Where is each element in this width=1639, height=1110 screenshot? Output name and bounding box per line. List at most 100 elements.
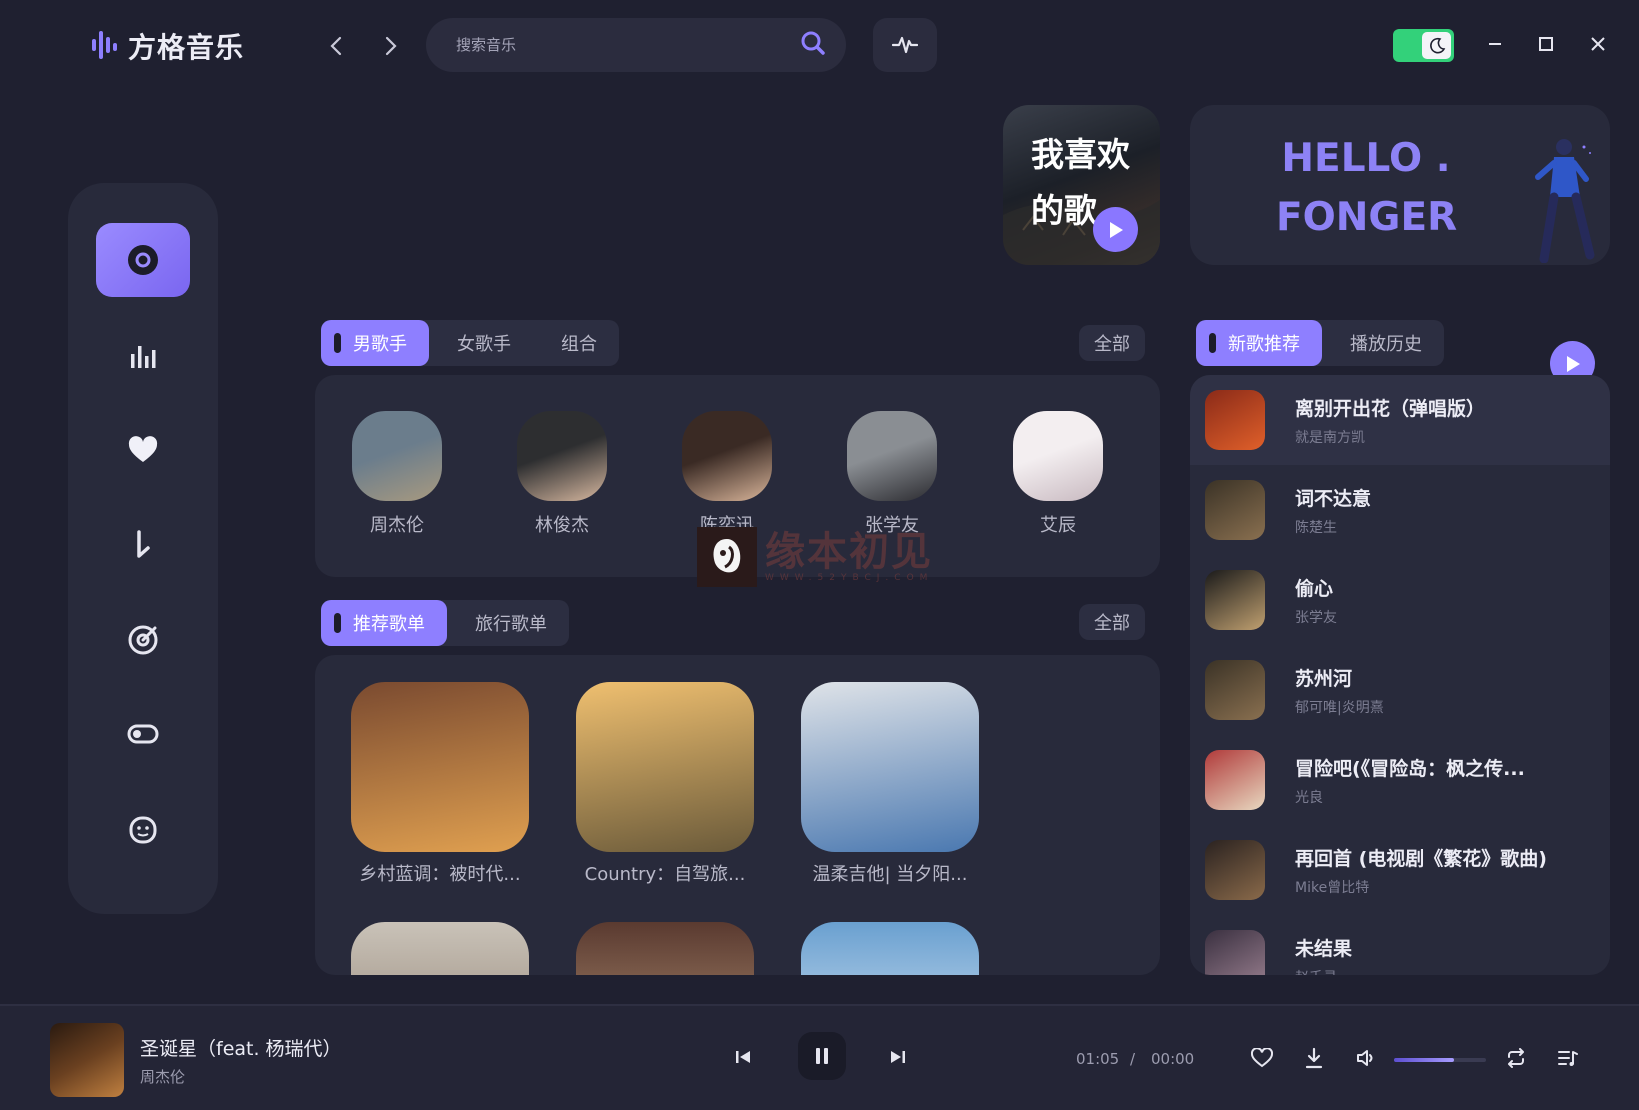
artist-name: 艾辰	[1040, 515, 1076, 536]
play-icon	[1109, 221, 1123, 238]
artists-view-all-button[interactable]: 全部	[1079, 325, 1145, 361]
tab-female-singers[interactable]: 女歌手	[429, 320, 533, 366]
search-bar	[426, 18, 846, 72]
artist-card[interactable]: 张学友	[837, 411, 947, 537]
pause-icon	[816, 1048, 828, 1064]
tab-play-history[interactable]: 播放历史	[1322, 320, 1444, 366]
volume-button[interactable]	[1350, 1042, 1382, 1074]
playlist-cover	[351, 682, 529, 852]
song-title: 再回首 (电视剧《繁花》歌曲)	[1295, 847, 1547, 870]
sidebar-item-downloads[interactable]	[96, 509, 190, 583]
back-button[interactable]	[318, 28, 354, 64]
artist-card[interactable]: 艾辰	[1003, 411, 1113, 537]
song-tabs: 新歌推荐 播放历史	[1196, 320, 1444, 366]
like-button[interactable]	[1246, 1042, 1278, 1074]
download-icon	[137, 530, 150, 558]
face-icon	[129, 816, 157, 844]
moon-icon	[1422, 32, 1451, 59]
playlist-queue-button[interactable]	[1552, 1042, 1584, 1074]
volume-slider[interactable]	[1394, 1058, 1486, 1062]
playlist-title: 温柔吉他| 当夕阳...	[812, 864, 968, 885]
song-cover	[1205, 750, 1265, 810]
tab-new-songs[interactable]: 新歌推荐	[1196, 320, 1322, 366]
playlist-card[interactable]	[351, 922, 529, 975]
next-button[interactable]	[883, 1042, 913, 1072]
tab-recommended-playlists[interactable]: 推荐歌单	[321, 600, 447, 646]
maximize-icon	[1539, 37, 1553, 51]
list-item[interactable]: 再回首 (电视剧《繁花》歌曲) Mike曾比特	[1190, 825, 1610, 915]
waveform-logo-icon	[92, 29, 120, 63]
playlists-view-all-button[interactable]: 全部	[1079, 604, 1145, 640]
now-playing-title: 圣诞星（feat. 杨瑞代）	[140, 1038, 342, 1060]
playlist-card[interactable]: Country：自驾旅...	[576, 682, 754, 886]
sidebar-item-favorites[interactable]	[96, 413, 190, 487]
list-item[interactable]: 离别开出花（弹唱版） 就是南方凯	[1190, 375, 1610, 465]
song-title: 词不达意	[1295, 487, 1372, 510]
tab-male-singers[interactable]: 男歌手	[321, 320, 429, 366]
maximize-button[interactable]	[1528, 26, 1564, 62]
now-playing-artist: 周杰伦	[140, 1068, 186, 1086]
song-cover	[1205, 930, 1265, 975]
song-cover	[1205, 840, 1265, 900]
artist-card[interactable]: 陈奕迅	[672, 411, 782, 537]
repeat-button[interactable]	[1500, 1042, 1532, 1074]
search-icon[interactable]	[800, 30, 826, 60]
audio-visualizer-button[interactable]	[873, 18, 937, 72]
list-item[interactable]: 苏州河 郁可唯|炎明熹	[1190, 645, 1610, 735]
list-item[interactable]: 词不达意 陈楚生	[1190, 465, 1610, 555]
avatar	[1013, 411, 1103, 501]
playlist-title: 乡村蓝调：被时代...	[359, 864, 521, 885]
playlist-cover	[801, 922, 979, 975]
toggle-icon	[127, 724, 159, 744]
sidebar-item-settings[interactable]	[96, 697, 190, 771]
forward-button[interactable]	[373, 28, 409, 64]
song-cover	[1205, 660, 1265, 720]
avatar	[682, 411, 772, 501]
song-artist: 赵千寻	[1295, 967, 1352, 976]
greeting-line-2: FONGER	[1276, 195, 1458, 240]
search-input[interactable]	[456, 36, 800, 54]
theme-toggle[interactable]	[1393, 29, 1454, 62]
song-title: 苏州河	[1295, 667, 1353, 690]
song-artist: 光良	[1295, 789, 1323, 806]
repeat-icon	[1508, 1048, 1524, 1068]
sidebar-item-charts[interactable]	[96, 319, 190, 393]
list-item[interactable]: 冒险吧(《冒险岛：枫之传... 光良	[1190, 735, 1610, 825]
volume-level	[1394, 1058, 1454, 1062]
minimize-button[interactable]	[1477, 26, 1513, 62]
now-playing-cover[interactable]	[50, 1023, 124, 1097]
queue-icon	[1558, 1051, 1578, 1066]
pause-button[interactable]	[798, 1032, 846, 1080]
artist-card[interactable]: 周杰伦	[342, 411, 452, 537]
chevron-right-icon	[385, 36, 397, 56]
play-favorites-button[interactable]	[1093, 207, 1138, 252]
playlist-card[interactable]: 乡村蓝调：被时代...	[351, 682, 529, 886]
tab-groups[interactable]: 组合	[533, 320, 619, 366]
close-button[interactable]	[1580, 26, 1616, 62]
avatar	[847, 411, 937, 501]
sidebar-item-discover[interactable]	[96, 223, 190, 297]
playlist-card[interactable]	[801, 922, 979, 975]
list-item[interactable]: 偷心 张学友	[1190, 555, 1610, 645]
playlist-title: Country：自驾旅...	[584, 864, 746, 885]
tab-travel-playlists[interactable]: 旅行歌单	[447, 600, 569, 646]
playlist-cover	[576, 922, 754, 975]
playlist-card[interactable]: 温柔吉他| 当夕阳...	[801, 682, 979, 886]
watermark: 缘本初见 WWW.52YBCJ.COM	[697, 527, 942, 587]
avatar	[352, 411, 442, 501]
favorite-songs-card[interactable]: 我喜欢的歌	[1003, 105, 1160, 265]
heart-outline-icon	[1251, 1048, 1273, 1068]
sidebar-item-profile[interactable]	[96, 793, 190, 867]
sidebar-item-radar[interactable]	[96, 603, 190, 677]
previous-button[interactable]	[728, 1042, 758, 1072]
artist-card[interactable]: 林俊杰	[507, 411, 617, 537]
list-item[interactable]: 未结果赵千寻	[1190, 915, 1610, 975]
player-bar: 圣诞星（feat. 杨瑞代） 周杰伦 01:05 / 00:00	[0, 1004, 1639, 1110]
playlist-card[interactable]	[576, 922, 754, 975]
song-cover	[1205, 570, 1265, 630]
song-list: 离别开出花（弹唱版） 就是南方凯 词不达意陈楚生 偷心 张学友 苏州河 郁可唯|炎明熹…	[1190, 375, 1610, 975]
song-artist: 陈楚生	[1295, 519, 1337, 536]
download-icon	[1305, 1047, 1323, 1069]
download-button[interactable]	[1298, 1042, 1330, 1074]
artist-name: 周杰伦	[370, 515, 424, 536]
